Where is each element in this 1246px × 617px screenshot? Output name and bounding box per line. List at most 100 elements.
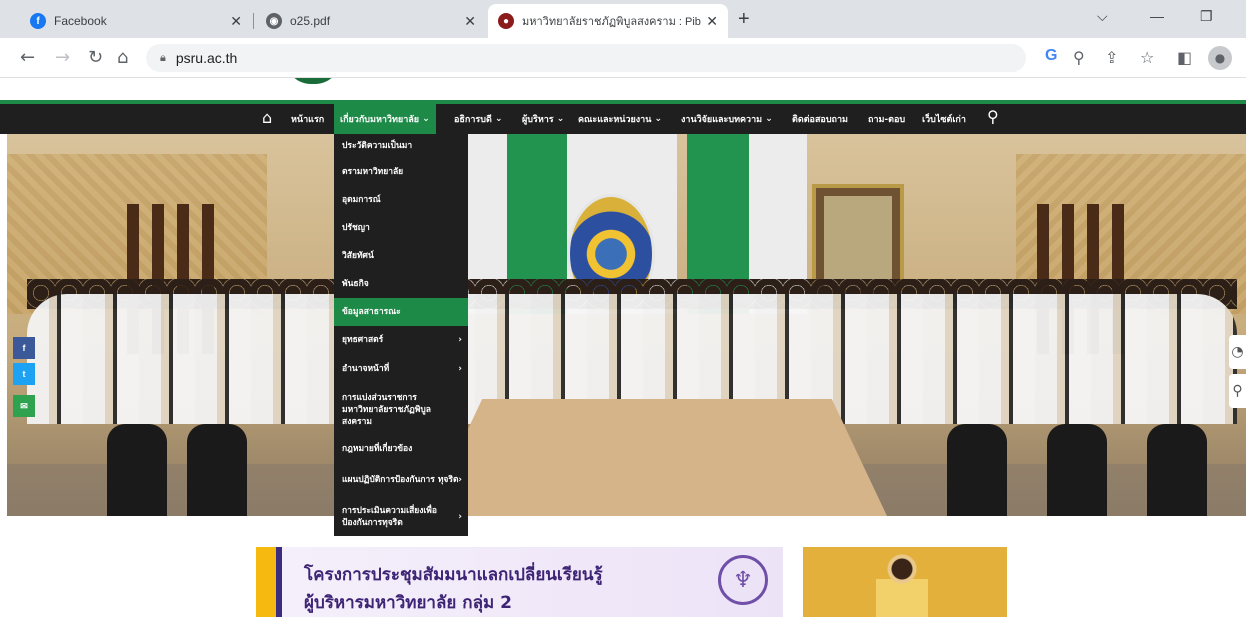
banner-stripe	[256, 547, 276, 617]
dropdown-item-ideology[interactable]: อุดมการณ์	[334, 186, 468, 214]
nav-item-executives[interactable]: ผู้บริหาร ⌄	[522, 104, 564, 134]
seminar-banner[interactable]: โครงการประชุมสัมมนาแลกเปลี่ยนเรียนรู้ ผู…	[256, 547, 783, 617]
accessibility-widget-icon[interactable]: ⚲	[1229, 374, 1246, 408]
dropdown-label: แผนปฏิบัติการป้องกันการ ทุจริต	[342, 475, 459, 485]
chevron-right-icon: ›	[458, 512, 462, 522]
nav-item-home[interactable]: หน้าแรก	[291, 104, 324, 134]
nav-home-icon[interactable]: ⌂	[262, 108, 272, 127]
nav-label: คณะและหน่วยงาน	[578, 115, 652, 125]
nav-label: หน้าแรก	[291, 115, 325, 125]
dropdown-item-philosophy[interactable]: ปรัชญา	[334, 214, 468, 242]
browser-toolbar: ← → ↻ ⌂ 🔒︎ psru.ac.th G ⚲ ⇪ ☆ ◧ ●	[0, 38, 1246, 78]
dropdown-item-history[interactable]: ประวัติความเป็นมา	[334, 134, 468, 158]
browser-tab-facebook[interactable]: f Facebook ✕	[20, 4, 252, 38]
close-tab-icon[interactable]: ✕	[230, 13, 242, 30]
chevron-down-icon: ⌄	[494, 114, 503, 124]
nav-label: ถาม-ตอบ	[868, 115, 906, 125]
dropdown-item-risk-assessment[interactable]: การประเมินความเสี่ยงเพื่อ ป้องกันการทุจร…	[334, 498, 468, 536]
lock-icon[interactable]: 🔒︎	[160, 52, 166, 65]
nav-label: ผู้บริหาร	[522, 115, 554, 125]
chat-widget-icon[interactable]: ◔	[1229, 335, 1246, 369]
search-icon[interactable]: ⚲	[987, 107, 999, 126]
facebook-icon: f	[30, 13, 46, 29]
nav-item-about[interactable]: เกี่ยวกับมหาวิทยาลัย ⌄	[334, 104, 436, 134]
banner-subtitle: ผู้บริหารมหาวิทยาลัย กลุ่ม 2	[304, 593, 512, 613]
forward-icon[interactable]: →	[55, 47, 70, 68]
site-logo[interactable]	[285, 78, 341, 84]
dropdown-label: ตรามหาวิทยาลัย	[342, 167, 404, 177]
dropdown-item-vision[interactable]: วิสัยทัศน์	[334, 242, 468, 270]
dropdown-item-authority[interactable]: อำนาจหน้าที่ ›	[334, 354, 468, 384]
dropdown-label: วิสัยทัศน์	[342, 251, 374, 261]
tab-title: Facebook	[54, 14, 107, 28]
nav-label: ติดต่อสอบถาม	[792, 115, 848, 125]
dropdown-item-anticorruption-plan[interactable]: แผนปฏิบัติการป้องกันการ ทุจริต ›	[334, 462, 468, 498]
chevron-right-icon: ›	[458, 475, 462, 485]
web-page: ⌂ หน้าแรก เกี่ยวกับมหาวิทยาลัย ⌄ อธิการบ…	[0, 78, 1246, 617]
dropdown-label: ประวัติความเป็นมา	[342, 141, 413, 151]
university-favicon: ●	[498, 13, 514, 29]
new-tab-icon[interactable]: +	[738, 8, 750, 31]
chair	[1047, 424, 1107, 516]
profile-avatar[interactable]: ●	[1208, 46, 1232, 70]
dropdown-label: การประเมินความเสี่ยงเพื่อ ป้องกันการทุจร…	[342, 506, 438, 528]
twitter-share-icon[interactable]: t	[13, 363, 35, 385]
meeting-table	[427, 399, 887, 516]
dropdown-item-strategy[interactable]: ยุทธศาสตร์ ›	[334, 326, 468, 354]
zoom-icon[interactable]: ⚲	[1073, 48, 1085, 67]
dropdown-label: ปรัชญา	[342, 223, 370, 233]
side-panel-icon[interactable]: ◧	[1177, 48, 1192, 67]
bookmark-star-icon[interactable]: ☆	[1140, 48, 1154, 67]
dropdown-item-laws[interactable]: กฎหมายที่เกี่ยวข้อง	[334, 436, 468, 462]
nav-item-faq[interactable]: ถาม-ตอบ	[868, 104, 905, 134]
close-tab-icon[interactable]: ✕	[706, 13, 718, 30]
dropdown-label: อำนาจหน้าที่	[342, 364, 390, 374]
emblem-icon: ♆	[718, 555, 768, 605]
royal-figure-image	[876, 553, 928, 617]
restore-icon[interactable]: ❐	[1200, 8, 1213, 25]
share-icon[interactable]: ⇪	[1105, 48, 1118, 67]
chevron-right-icon: ›	[458, 364, 462, 374]
globe-icon: ◉	[266, 13, 282, 29]
minimize-icon[interactable]: —	[1150, 8, 1164, 24]
address-bar[interactable]: 🔒︎ psru.ac.th	[146, 44, 1026, 72]
chevron-right-icon: ›	[458, 335, 462, 345]
nav-item-old-website[interactable]: เว็บไซต์เก่า	[922, 104, 966, 134]
about-dropdown-menu: ประวัติความเป็นมา ตรามหาวิทยาลัย อุดมการ…	[334, 134, 468, 536]
dropdown-item-mission[interactable]: พันธกิจ	[334, 270, 468, 298]
close-tab-icon[interactable]: ✕	[464, 13, 476, 30]
dropdown-item-emblem[interactable]: ตรามหาวิทยาลัย	[334, 158, 468, 186]
reload-icon[interactable]: ↻	[88, 47, 103, 68]
royal-banner[interactable]	[803, 547, 1007, 617]
chair	[947, 424, 1007, 516]
nav-item-faculties[interactable]: คณะและหน่วยงาน ⌄	[578, 104, 662, 134]
banner-title: โครงการประชุมสัมมนาแลกเปลี่ยนเรียนรู้	[304, 565, 603, 585]
chevron-down-icon: ⌄	[422, 114, 430, 124]
nav-item-research[interactable]: งานวิจัยและบทความ ⌄	[681, 104, 773, 134]
dropdown-item-public-info[interactable]: ข้อมูลสาธารณะ	[334, 298, 468, 326]
nav-label: งานวิจัยและบทความ	[681, 115, 763, 125]
dropdown-item-divisions[interactable]: การแบ่งส่วนราชการ มหาวิทยาลัยราชภัฏพิบูล…	[334, 384, 468, 436]
email-share-icon[interactable]: ✉	[13, 395, 35, 417]
home-icon[interactable]: ⌂	[117, 47, 128, 68]
tab-title: มหาวิทยาลัยราชภัฏพิบูลสงคราม : Pib	[522, 16, 701, 28]
banner-stripe	[276, 547, 282, 617]
nav-item-contact[interactable]: ติดต่อสอบถาม	[792, 104, 848, 134]
back-icon[interactable]: ←	[20, 47, 35, 68]
browser-tab-bar: f Facebook ✕ ◉ o25.pdf ✕ ● มหาวิทยาลัยรา…	[0, 0, 1246, 38]
dropdown-label: ยุทธศาสตร์	[342, 335, 384, 345]
tab-search-icon[interactable]: ⌵	[1097, 8, 1108, 25]
browser-tab-pdf[interactable]: ◉ o25.pdf ✕	[256, 4, 486, 38]
dropdown-label: การแบ่งส่วนราชการ มหาวิทยาลัยราชภัฏพิบูล…	[342, 393, 431, 427]
chevron-down-icon: ⌄	[765, 114, 773, 124]
main-navigation: ⌂ หน้าแรก เกี่ยวกับมหาวิทยาลัย ⌄ อธิการบ…	[0, 104, 1246, 134]
chair	[107, 424, 167, 516]
browser-tab-university[interactable]: ● มหาวิทยาลัยราชภัฏพิบูลสงคราม : Pib ✕	[488, 4, 728, 38]
facebook-share-icon[interactable]: f	[13, 337, 35, 359]
tab-title: o25.pdf	[290, 14, 331, 28]
nav-item-president[interactable]: อธิการบดี ⌄	[454, 104, 502, 134]
dropdown-label: อุดมการณ์	[342, 195, 381, 205]
dropdown-label: พันธกิจ	[342, 279, 369, 289]
chevron-down-icon: ⌄	[654, 114, 663, 124]
google-lens-icon[interactable]: G	[1045, 47, 1057, 65]
